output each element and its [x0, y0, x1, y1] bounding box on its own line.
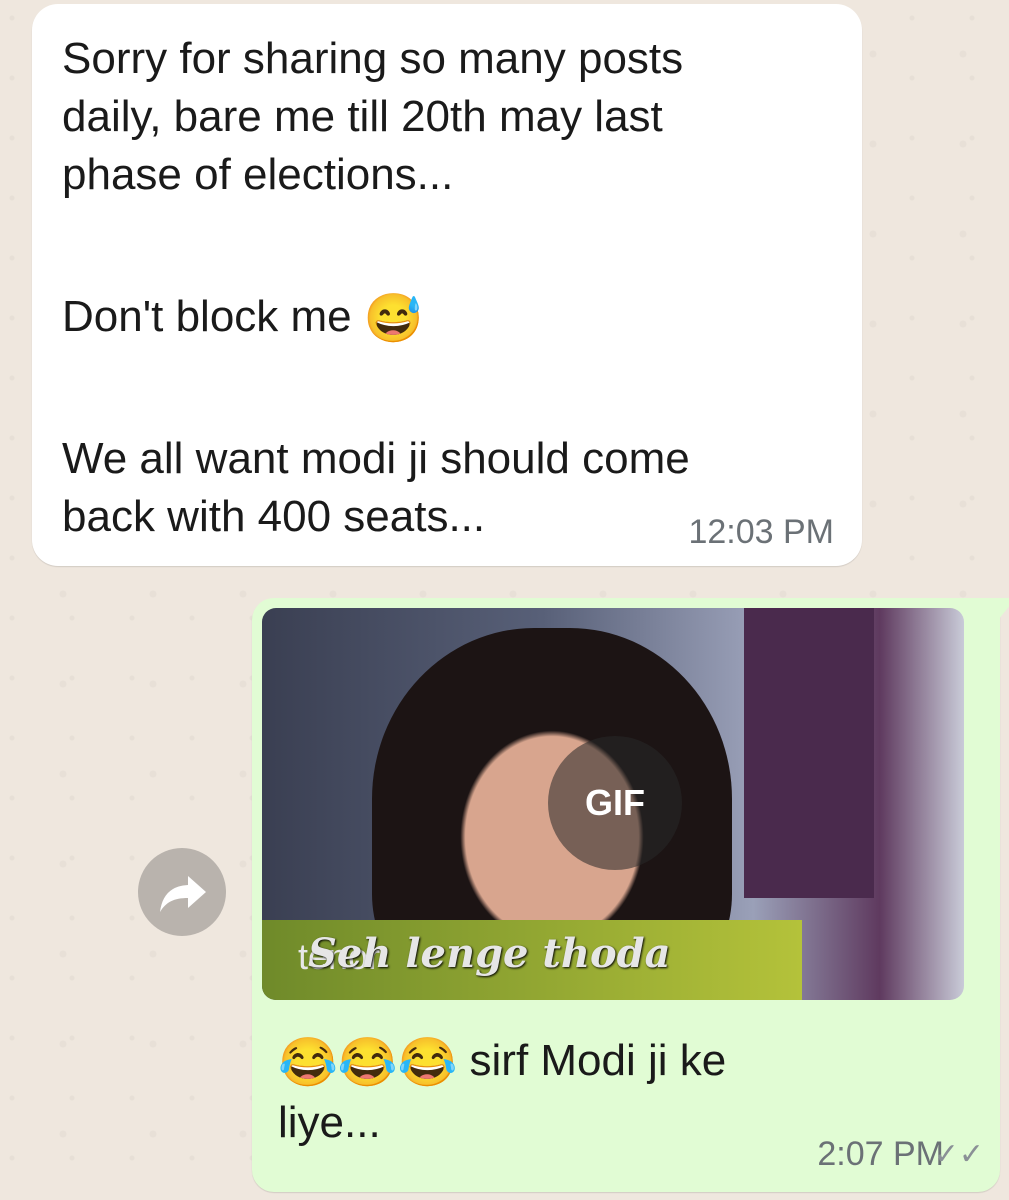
- message-line: Don't block me: [62, 292, 352, 341]
- message-timestamp: 12:03 PM: [688, 513, 834, 551]
- gif-background-shape: [744, 608, 874, 898]
- message-paragraph-2: Don't block me 😅: [62, 288, 838, 346]
- message-line: phase of elections...: [62, 150, 454, 199]
- sweat-smile-emoji-icon: 😅: [363, 292, 424, 346]
- message-line: sirf Modi ji ke: [469, 1036, 727, 1085]
- gif-caption: Seh lenge thoda: [308, 930, 671, 977]
- message-line: We all want modi ji should come: [62, 434, 690, 483]
- forward-arrow-icon: [160, 876, 206, 912]
- read-receipt-icon: ✓✓: [933, 1138, 984, 1171]
- forward-button[interactable]: [138, 848, 226, 936]
- message-line: daily, bare me till 20th may last: [62, 92, 663, 141]
- gif-thumbnail[interactable]: tenor Seh lenge thoda GIF: [262, 608, 964, 1000]
- incoming-message-bubble[interactable]: Sorry for sharing so many posts daily, b…: [32, 4, 862, 566]
- message-timestamp: 2:07 PM: [817, 1135, 944, 1173]
- tears-of-joy-emoji-icon: 😂😂😂: [278, 1036, 458, 1090]
- message-paragraph-1: Sorry for sharing so many posts daily, b…: [62, 30, 838, 204]
- message-line: Sorry for sharing so many posts: [62, 34, 684, 83]
- gif-play-badge[interactable]: GIF: [548, 736, 682, 870]
- outgoing-message-bubble[interactable]: tenor Seh lenge thoda GIF 😂😂😂 sirf Modi …: [252, 598, 1009, 1192]
